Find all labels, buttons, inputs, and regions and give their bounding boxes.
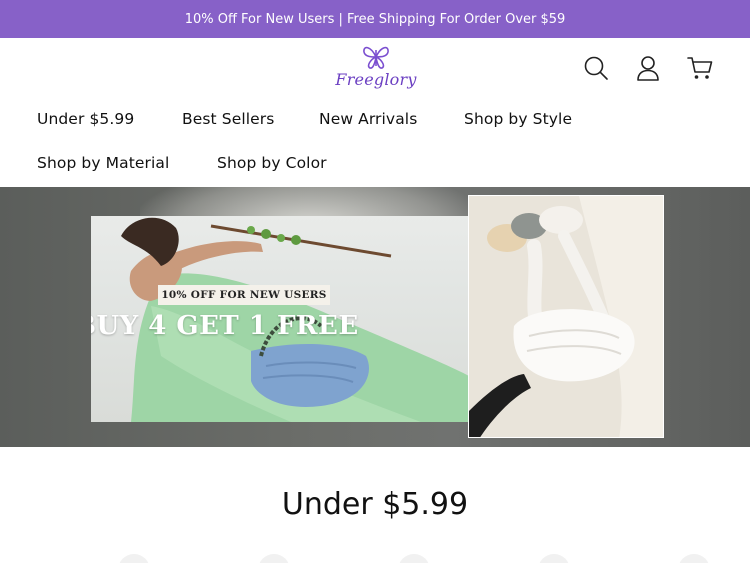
category-thumbnail[interactable] bbox=[678, 554, 710, 563]
butterfly-logo-icon bbox=[363, 46, 389, 69]
promo-image-right bbox=[468, 195, 664, 438]
nav-shop-by-material[interactable]: Shop by Material bbox=[37, 154, 169, 172]
cart-icon[interactable] bbox=[686, 54, 714, 82]
promo-headline: BUY 4 GET 1 FREE bbox=[91, 311, 359, 341]
hero-banner[interactable]: 10% OFF FOR NEW USERS BUY 4 GET 1 FREE bbox=[0, 187, 750, 447]
search-icon[interactable] bbox=[582, 54, 610, 82]
nav-under-5-99[interactable]: Under $5.99 bbox=[37, 110, 134, 128]
promo-image-left: 10% OFF FOR NEW USERS BUY 4 GET 1 FREE bbox=[91, 216, 469, 422]
handbag-illustration bbox=[469, 196, 663, 437]
logo[interactable]: Freeglory bbox=[335, 44, 417, 94]
promo-badge: 10% OFF FOR NEW USERS bbox=[158, 285, 330, 305]
category-thumbnail[interactable] bbox=[118, 554, 150, 563]
logo-text: Freeglory bbox=[335, 70, 417, 89]
category-thumbnail[interactable] bbox=[398, 554, 430, 563]
nav-best-sellers[interactable]: Best Sellers bbox=[182, 110, 274, 128]
nav-shop-by-color[interactable]: Shop by Color bbox=[217, 154, 327, 172]
user-icon[interactable] bbox=[634, 54, 662, 82]
nav-shop-by-style[interactable]: Shop by Style bbox=[464, 110, 572, 128]
nav-new-arrivals[interactable]: New Arrivals bbox=[319, 110, 417, 128]
announcement-bar: 10% Off For New Users | Free Shipping Fo… bbox=[0, 0, 750, 38]
category-thumbnail[interactable] bbox=[258, 554, 290, 563]
section-title: Under $5.99 bbox=[281, 487, 469, 522]
announcement-text: 10% Off For New Users | Free Shipping Fo… bbox=[184, 11, 566, 27]
category-thumbnail[interactable] bbox=[538, 554, 570, 563]
